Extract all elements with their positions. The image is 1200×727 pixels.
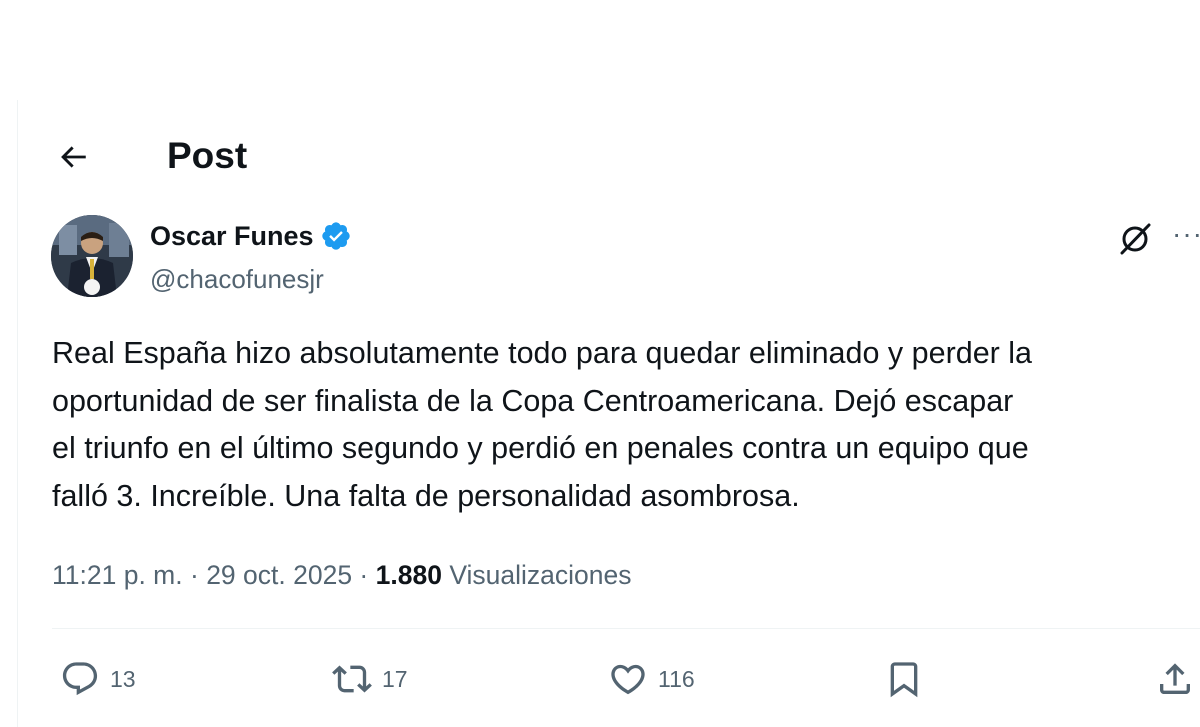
reply-button[interactable]: 13	[60, 659, 136, 699]
tweet-date[interactable]: 29 oct. 2025	[206, 560, 352, 590]
share-button[interactable]	[1155, 659, 1195, 699]
repost-button[interactable]: 17	[332, 659, 408, 699]
views-count: 1.880	[375, 560, 442, 590]
views-label: Visualizaciones	[449, 560, 632, 590]
repost-count: 17	[382, 666, 408, 692]
grok-icon[interactable]	[1116, 220, 1154, 258]
tweet-meta: 11:21 p. m. · 29 oct. 2025 · 1.880 Visua…	[52, 557, 632, 593]
divider	[52, 628, 1200, 629]
meta-separator: ·	[352, 560, 376, 590]
author-handle[interactable]: @chacofunesjr	[150, 262, 324, 296]
like-count: 116	[658, 666, 695, 692]
bookmark-button[interactable]	[884, 659, 924, 699]
page-title: Post	[167, 135, 248, 176]
meta-separator: ·	[182, 560, 207, 590]
repost-icon	[332, 665, 372, 693]
avatar[interactable]	[51, 215, 133, 297]
reply-count: 13	[110, 666, 136, 692]
author-name[interactable]: Oscar Funes	[150, 218, 314, 254]
author-name-row: Oscar Funes	[150, 218, 352, 254]
tweet-text: Real España hizo absolutamente todo para…	[52, 336, 1033, 513]
bookmark-icon	[890, 662, 918, 698]
avatar-photo	[51, 215, 133, 297]
like-button[interactable]: 116	[608, 659, 695, 699]
back-button[interactable]	[54, 138, 92, 176]
verified-badge-icon	[321, 222, 350, 250]
reply-icon	[62, 662, 98, 696]
column-border	[17, 100, 18, 727]
tweet-time[interactable]: 11:21 p. m.	[52, 560, 183, 590]
arrow-left-icon	[61, 146, 86, 168]
share-icon	[1160, 663, 1190, 694]
heart-icon	[611, 664, 645, 695]
more-options-icon[interactable]: ···	[1172, 218, 1200, 250]
